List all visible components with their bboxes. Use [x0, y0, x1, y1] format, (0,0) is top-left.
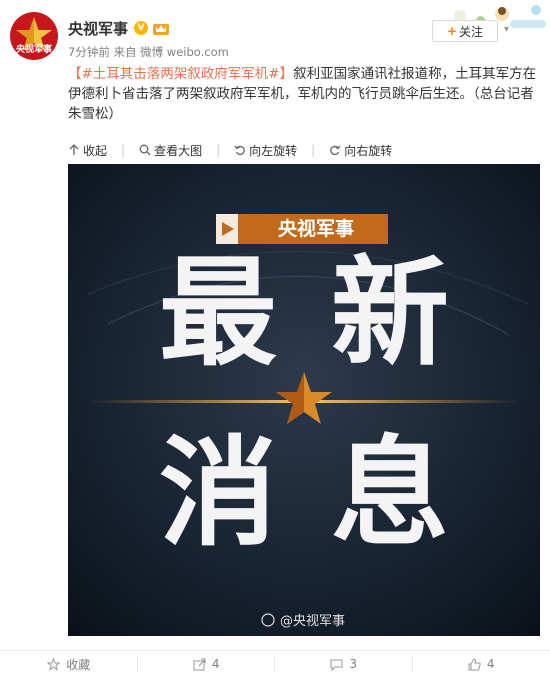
post-content: 【#土耳其击落两架叙政府军军机#】叙利亚国家通讯社报道称，土耳其军方在伊德利卜省… [68, 64, 544, 124]
repost-icon [193, 658, 206, 671]
headline-char-3: 消 [159, 424, 277, 562]
image-toolbar: 收起 | 查看大图 | 向左旋转 | 向右旋转 [68, 140, 406, 160]
view-large-label: 查看大图 [154, 142, 202, 159]
thumbs-up-icon [468, 658, 481, 671]
chevron-down-icon[interactable]: ▾ [504, 24, 509, 35]
member-crown-icon [152, 20, 170, 36]
repost-button[interactable]: 4 [138, 651, 276, 677]
rotate-left-icon [234, 144, 246, 156]
rotate-right-button[interactable]: 向右旋转 [329, 142, 392, 159]
image-watermark: @央视军事 [280, 614, 345, 629]
headline-char-1: 最 [159, 244, 277, 382]
topic-link[interactable]: 【#土耳其击落两架叙政府军军机#】 [68, 66, 293, 82]
image-logo-text: 央视军事 [278, 217, 354, 240]
post-time[interactable]: 7分钟前 [68, 45, 110, 59]
action-bar: 收藏 4 3 4 [0, 650, 550, 677]
comment-count: 3 [349, 657, 357, 671]
headline-char-2: 新 [331, 244, 449, 382]
follow-button[interactable]: + 关注 [432, 20, 498, 42]
like-button[interactable]: 4 [413, 651, 550, 677]
plus-icon: + [447, 24, 457, 38]
rotate-left-button[interactable]: 向左旋转 [234, 142, 297, 159]
rotate-right-label: 向右旋转 [344, 142, 392, 159]
post-source: 微博 weibo.com [140, 45, 229, 59]
favorite-label: 收藏 [66, 656, 90, 673]
rotate-right-icon [329, 144, 341, 156]
comment-button[interactable]: 3 [275, 651, 413, 677]
breaking-news-graphic: 央视军事 最 新 消 息 @央视军事 [68, 164, 540, 636]
post-meta: 7分钟前 来自 微博 weibo.com [68, 44, 229, 60]
post-image[interactable]: 央视军事 最 新 消 息 @央视军事 [68, 164, 540, 636]
verified-icon: V [134, 21, 148, 35]
repost-count: 4 [212, 657, 220, 671]
magnifier-icon [139, 144, 151, 156]
arrow-up-icon [68, 144, 80, 156]
view-large-button[interactable]: 查看大图 [139, 142, 202, 159]
rotate-left-label: 向左旋转 [249, 142, 297, 159]
comment-icon [330, 658, 343, 671]
author-name[interactable]: 央视军事 [68, 18, 128, 39]
avatar-label: 央视军事 [10, 42, 58, 55]
star-icon [47, 658, 60, 671]
favorite-button[interactable]: 收藏 [0, 651, 138, 677]
like-count: 4 [487, 657, 495, 671]
headline-char-4: 息 [331, 424, 449, 562]
collapse-button[interactable]: 收起 [68, 142, 107, 159]
follow-label: 关注 [459, 23, 483, 40]
author-avatar[interactable]: 央视军事 [10, 12, 58, 60]
collapse-label: 收起 [83, 142, 107, 159]
source-label: 来自 [113, 45, 136, 59]
